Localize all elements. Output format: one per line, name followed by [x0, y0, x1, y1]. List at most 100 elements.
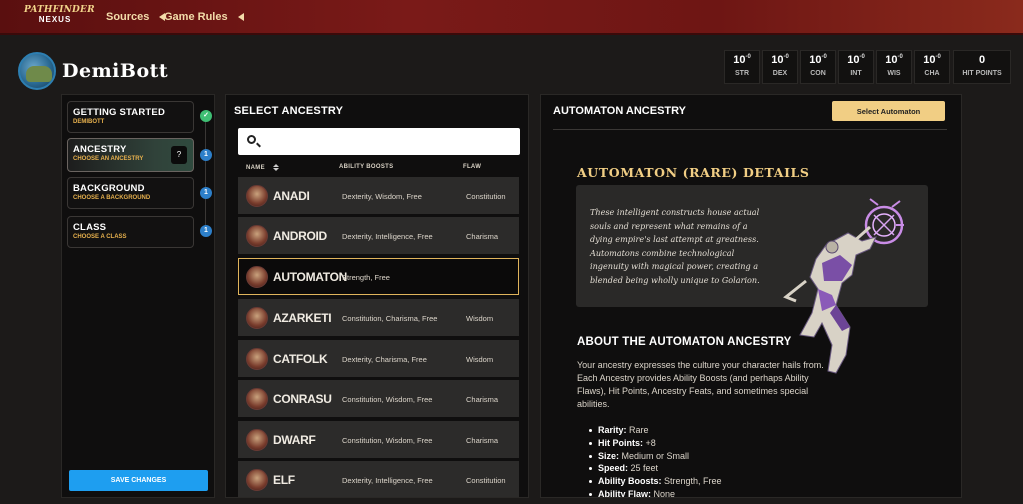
ancestry-flaw: Wisdom — [466, 314, 494, 323]
table-row[interactable]: ANADI Dexterity, Wisdom, Free Constituti… — [238, 177, 519, 214]
property-value: Strength, Free — [664, 476, 722, 487]
hp-label: HIT POINTS — [962, 70, 1002, 77]
stat-mod: -0 — [783, 54, 789, 60]
stat-mod: -0 — [859, 54, 865, 60]
stat-value: 10 — [885, 54, 898, 66]
stat-hit-points: 0 HIT POINTS — [953, 50, 1011, 84]
nav-sources[interactable]: Sources — [106, 11, 166, 23]
ancestry-portrait-icon — [246, 225, 268, 247]
ancestry-flaw: Charisma — [466, 395, 499, 404]
search-box — [238, 128, 520, 155]
step-class[interactable]: CLASS CHOOSE A CLASS — [67, 216, 194, 248]
stat-cha: 10-0 CHA — [914, 50, 950, 84]
property-value: None — [653, 488, 676, 498]
col-header-name-label: NAME — [246, 165, 265, 172]
property-value: 25 feet — [630, 463, 659, 474]
ancestry-boosts: Dexterity, Intelligence, Free — [342, 232, 433, 241]
ability-scores: 10-0 STR 10-0 DEX 10-0 CON 10-0 INT 10-0 WIS … — [724, 50, 1011, 84]
step-subtitle: DEMIBOTT — [73, 119, 105, 125]
stat-label: STR — [735, 70, 749, 77]
nav-game-rules-label: Game Rules — [164, 11, 228, 23]
property-item: Speed: 25 feet — [589, 462, 722, 475]
avatar[interactable] — [18, 52, 56, 90]
ancestry-properties: Rarity: Rare Hit Points: +8 Size: Medium… — [589, 424, 722, 498]
step-count-badge: 1 — [200, 187, 212, 199]
ancestry-flaw: Constitution — [466, 192, 506, 201]
top-nav: PATHFINDER NEXUS Sources Game Rules — [0, 0, 1023, 35]
ancestry-name: AUTOMATON — [273, 270, 347, 284]
ancestry-boosts: Constitution, Wisdom, Free — [342, 436, 433, 445]
table-row[interactable]: ANDROID Dexterity, Intelligence, Free Ch… — [238, 217, 519, 254]
ancestry-flaw: Charisma — [466, 232, 499, 241]
table-row[interactable]: AZARKETI Constitution, Charisma, Free Wi… — [238, 299, 519, 336]
divider — [553, 129, 947, 130]
stat-label: WIS — [887, 70, 901, 77]
stat-wis: 10-0 WIS — [876, 50, 912, 84]
ancestry-flaw: Wisdom — [466, 355, 494, 364]
property-item: Hit Points: +8 — [589, 437, 722, 450]
step-title: GETTING STARTED — [73, 107, 166, 118]
ancestry-portrait-icon — [246, 307, 268, 329]
ancestry-portrait-icon — [246, 266, 268, 288]
step-ancestry[interactable]: ANCESTRY CHOOSE AN ANCESTRY ? — [67, 138, 194, 172]
ancestry-flaw: Charisma — [466, 436, 499, 445]
pathfinder-nexus-logo[interactable]: PATHFINDER NEXUS — [24, 5, 95, 30]
search-input[interactable] — [262, 130, 514, 152]
ancestry-portrait-icon — [246, 348, 268, 370]
ancestry-boosts: Dexterity, Intelligence, Free — [342, 476, 433, 485]
automaton-illustration — [783, 198, 904, 374]
character-brand: DemiBott — [18, 52, 168, 90]
stat-label: INT — [850, 70, 862, 77]
property-item: Ability Boosts: Strength, Free — [589, 475, 722, 488]
logo-line-1: PATHFINDER — [24, 5, 95, 15]
table-row[interactable]: DWARF Constitution, Wisdom, Free Charism… — [238, 421, 519, 458]
stat-mod: -0 — [745, 54, 751, 60]
table-row-selected[interactable]: AUTOMATON Strength, Free — [238, 258, 519, 295]
logo-line-2: NEXUS — [38, 15, 72, 24]
stat-value: 10 — [923, 54, 936, 66]
property-key: Speed: — [598, 463, 629, 474]
table-row[interactable]: CONRASU Constitution, Wisdom, Free Chari… — [238, 380, 519, 417]
nav-sources-label: Sources — [106, 11, 150, 23]
col-header-name[interactable]: NAME — [246, 164, 278, 171]
stat-int: 10-0 INT — [838, 50, 874, 84]
select-ancestry-button[interactable]: Select Automaton — [832, 101, 945, 121]
step-background[interactable]: BACKGROUND CHOOSE A BACKGROUND — [67, 177, 194, 209]
property-key: Ability Flaw: — [598, 488, 652, 498]
ancestry-boosts: Dexterity, Wisdom, Free — [342, 192, 422, 201]
stat-value: 10 — [733, 54, 746, 66]
ancestry-name: ANADI — [273, 189, 310, 203]
character-name: DemiBott — [62, 60, 169, 82]
stat-label: DEX — [772, 70, 788, 77]
ancestry-portrait-icon — [246, 469, 268, 491]
property-key: Rarity: — [598, 425, 627, 435]
step-count-badge: 1 — [200, 149, 212, 161]
stat-mod: -0 — [897, 54, 903, 60]
about-text: Your ancestry expresses the culture your… — [577, 360, 824, 409]
nav-game-rules[interactable]: Game Rules — [164, 11, 244, 23]
ancestry-name: ELF — [273, 473, 295, 487]
step-getting-started[interactable]: GETTING STARTED DEMIBOTT — [67, 101, 194, 133]
stat-str: 10-0 STR — [724, 50, 760, 84]
ancestry-boosts: Dexterity, Charisma, Free — [342, 355, 427, 364]
ancestry-name: AZARKETI — [273, 311, 332, 325]
save-changes-button[interactable]: SAVE CHANGES — [69, 470, 208, 491]
table-row[interactable]: ELF Dexterity, Intelligence, Free Consti… — [238, 461, 519, 497]
property-value: +8 — [645, 437, 656, 448]
ancestry-list-panel: SELECT ANCESTRY NAME ABILITY BOOSTS FLAW… — [225, 94, 529, 498]
ancestry-name: CONRASU — [273, 392, 332, 406]
ancestry-thumbnail: ? — [171, 146, 187, 164]
ancestry-portrait-icon — [246, 429, 268, 451]
ancestry-boosts: Constitution, Wisdom, Free — [342, 395, 433, 404]
ancestry-detail-panel: AUTOMATON ANCESTRY Select Automaton AUTO… — [540, 94, 962, 498]
step-title: BACKGROUND — [73, 183, 145, 194]
stat-dex: 10-0 DEX — [762, 50, 798, 84]
ancestry-portrait-icon — [246, 388, 268, 410]
ancestry-name: ANDROID — [273, 229, 327, 243]
property-value: Medium or Small — [621, 450, 690, 461]
stat-mod: -0 — [935, 54, 941, 60]
sort-icon — [273, 164, 278, 171]
step-title: CLASS — [73, 222, 107, 233]
table-row[interactable]: CATFOLK Dexterity, Charisma, Free Wisdom — [238, 340, 519, 377]
stat-label: CHA — [924, 70, 940, 77]
